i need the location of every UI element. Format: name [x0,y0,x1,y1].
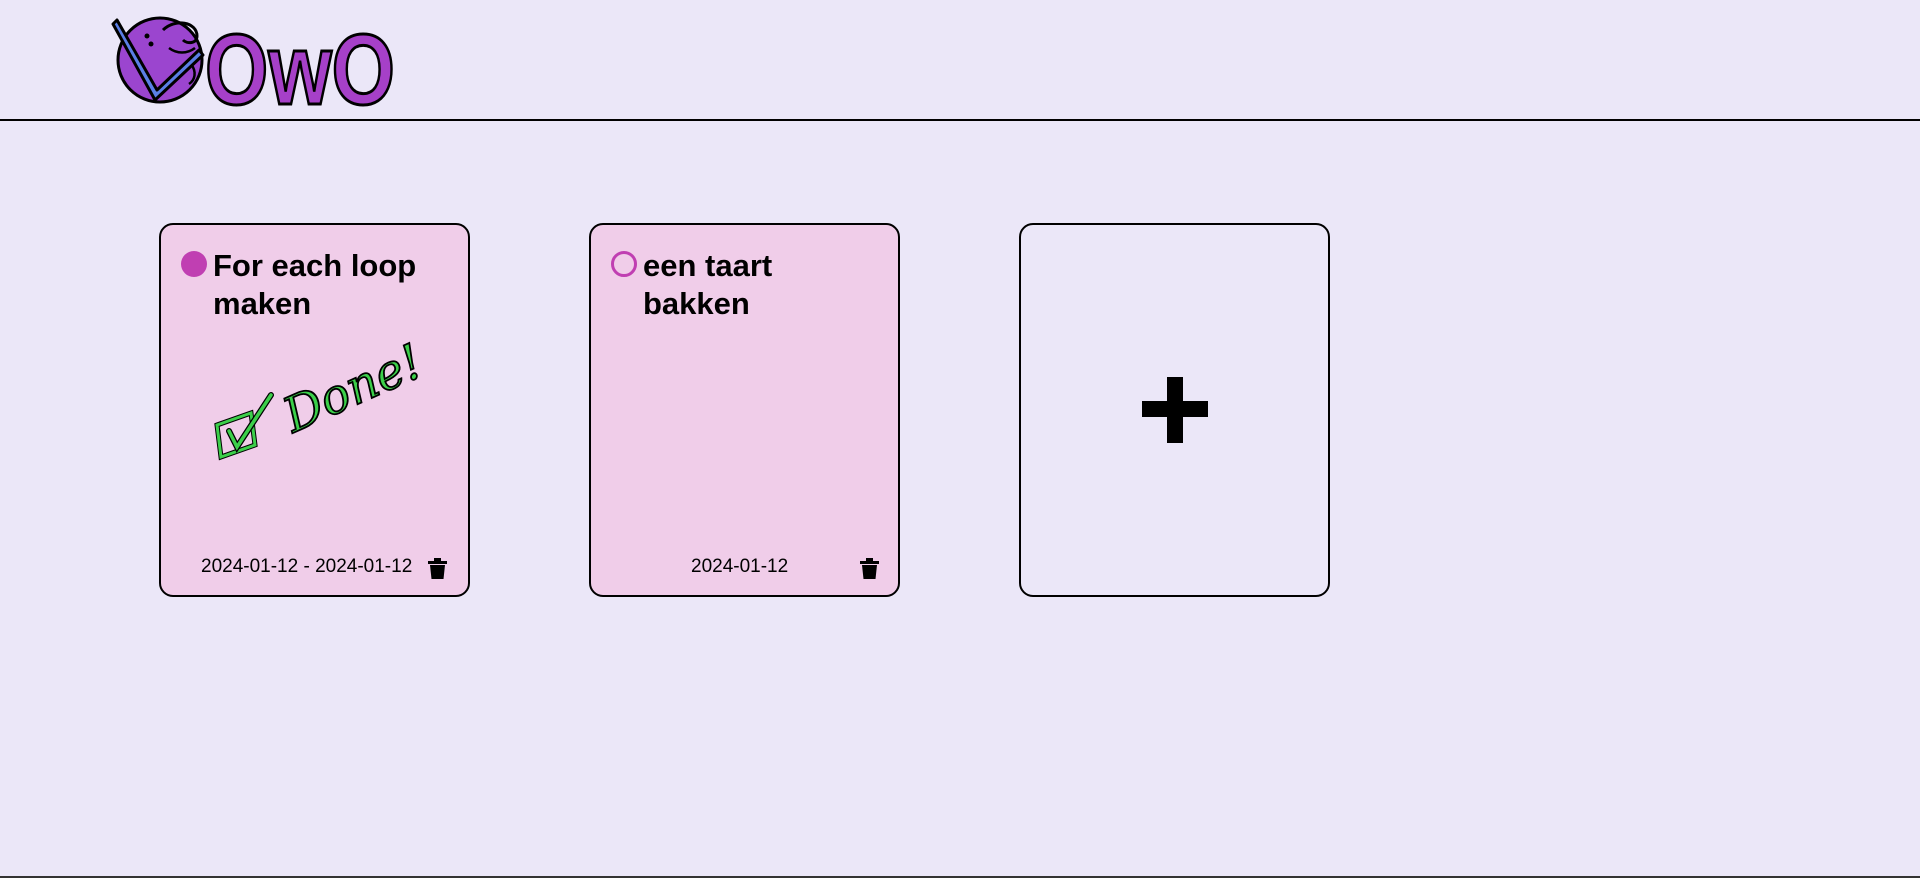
checkbox-stamp-icon [214,392,274,461]
filled-circle-icon[interactable] [181,251,207,277]
plus-icon [1142,377,1208,443]
app-header: OwO [0,0,1920,121]
logo-letters: OwO [205,14,395,112]
empty-circle-icon[interactable] [611,251,637,277]
done-stamp-text: Done! [274,333,431,444]
task-date: 2024-01-12 [691,556,789,577]
done-stamp: Done! [214,333,432,461]
app-logo[interactable]: OwO [105,8,405,112]
add-task-button[interactable] [1019,223,1330,597]
task-title: For each loop maken [213,248,417,321]
checkmark-circle-logo-icon [111,16,205,104]
trash-icon[interactable] [428,558,447,579]
trash-icon[interactable] [860,558,879,579]
task-date: 2024-01-12 - 2024-01-12 [201,556,413,577]
task-card[interactable]: For each loop maken Done! 2024-01-12 - 2… [159,223,470,597]
task-card[interactable]: een taart bakken 2024-01-12 [589,223,900,597]
task-title: een taart bakken [643,248,773,321]
